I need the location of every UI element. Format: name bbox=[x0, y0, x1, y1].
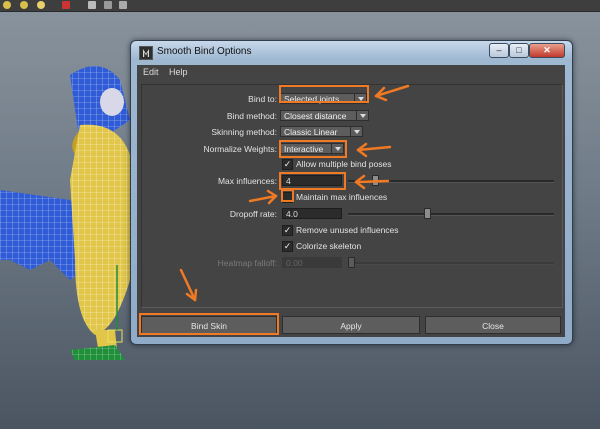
arrow-icon bbox=[354, 179, 390, 184]
annotation-arrows bbox=[179, 84, 410, 302]
